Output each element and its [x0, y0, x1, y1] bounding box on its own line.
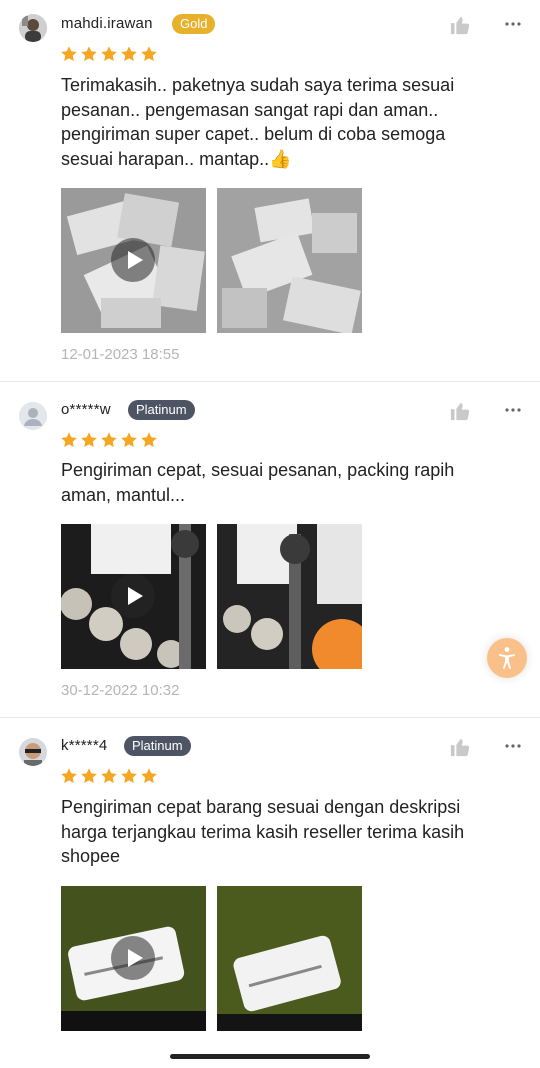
photo-thumbnail[interactable]	[217, 188, 362, 333]
username[interactable]: k*****4	[61, 737, 107, 754]
star-icon	[121, 432, 137, 448]
star-icon	[81, 768, 97, 784]
thumbs-up-icon[interactable]	[449, 15, 471, 35]
accessibility-button[interactable]	[487, 638, 527, 678]
username[interactable]: o*****w	[61, 401, 111, 418]
photo-thumbnail[interactable]	[217, 524, 362, 669]
thumbs-up-icon[interactable]	[449, 737, 471, 757]
media-row	[61, 188, 362, 333]
review-card: mahdi.irawan Gold Terimakasih.. paketnya…	[0, 0, 540, 382]
review-text: Terimakasih.. paketnya sudah saya terima…	[61, 75, 455, 169]
video-thumbnail[interactable]	[61, 524, 206, 669]
thumbs-up-icon[interactable]	[449, 401, 471, 421]
play-icon[interactable]	[111, 936, 155, 980]
play-icon[interactable]	[111, 574, 155, 618]
star-icon	[101, 46, 117, 62]
star-icon	[141, 46, 157, 62]
star-icon	[101, 768, 117, 784]
photo-thumbnail[interactable]	[217, 886, 362, 1031]
play-icon[interactable]	[111, 238, 155, 282]
review-text: Pengiriman cepat, sesuai pesanan, packin…	[61, 460, 455, 505]
star-icon	[121, 768, 137, 784]
review-timestamp: 12-01-2023 18:55	[61, 346, 180, 363]
member-badge: Platinum	[128, 400, 195, 420]
star-icon	[141, 432, 157, 448]
more-options-icon[interactable]	[503, 14, 523, 34]
video-thumbnail[interactable]	[61, 188, 206, 333]
star-icon	[121, 46, 137, 62]
star-icon	[141, 768, 157, 784]
star-icon	[61, 432, 77, 448]
home-indicator[interactable]	[170, 1054, 370, 1059]
star-rating	[60, 45, 158, 63]
avatar[interactable]	[19, 14, 47, 42]
star-icon	[81, 46, 97, 62]
more-options-icon[interactable]	[503, 736, 523, 756]
star-rating	[60, 767, 158, 785]
more-options-icon[interactable]	[503, 400, 523, 420]
star-icon	[101, 432, 117, 448]
star-rating	[60, 431, 158, 449]
star-icon	[61, 46, 77, 62]
media-row	[61, 524, 362, 669]
member-badge: Gold	[172, 14, 216, 34]
media-row	[61, 886, 362, 1031]
video-thumbnail[interactable]	[61, 886, 206, 1031]
avatar[interactable]	[19, 402, 47, 430]
username[interactable]: mahdi.irawan	[61, 15, 153, 32]
accessibility-icon	[499, 647, 515, 669]
star-icon	[81, 432, 97, 448]
star-icon	[61, 768, 77, 784]
review-card: o*****w Platinum Pengiriman cepat, sesua…	[0, 382, 540, 718]
review-timestamp: 30-12-2022 10:32	[61, 682, 180, 699]
avatar[interactable]	[19, 738, 47, 766]
member-badge: Platinum	[124, 736, 191, 756]
review-card: k*****4 Platinum Pengiriman cepat barang…	[0, 718, 540, 1068]
review-text: Pengiriman cepat barang sesuai dengan de…	[61, 797, 465, 866]
